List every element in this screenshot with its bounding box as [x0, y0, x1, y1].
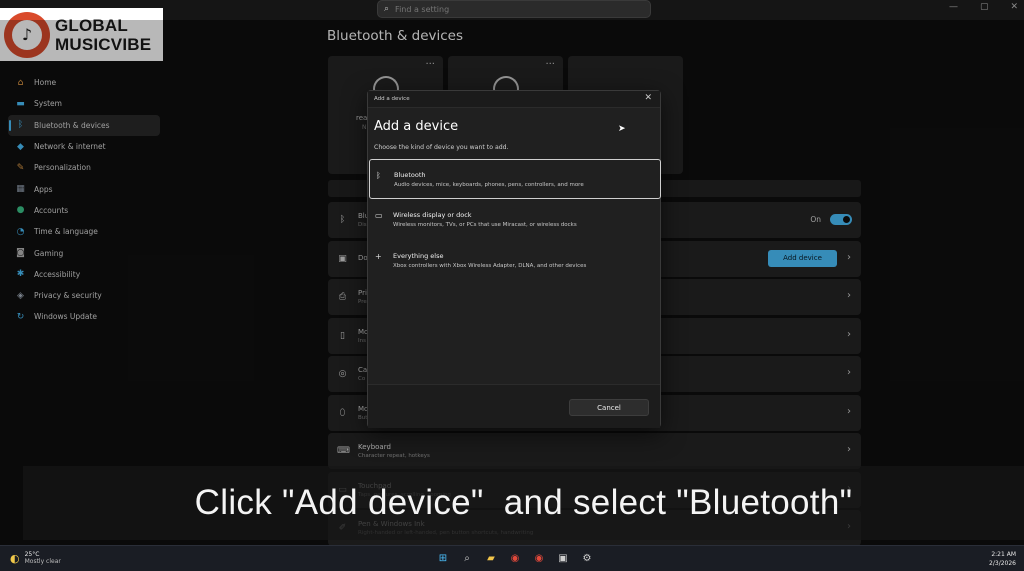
option-description: Wireless monitors, TVs, or PCs that use … — [393, 222, 577, 228]
start-icon[interactable]: ⊞ — [436, 551, 450, 565]
add-device-dialog: Add a device ✕ Add a device Choose the k… — [367, 90, 661, 428]
moon-weather-icon: ◐ — [10, 551, 20, 565]
video-caption: Click "Add device" and select "Bluetooth… — [23, 466, 1024, 540]
search-taskbar-icon[interactable]: ⌕ — [460, 551, 474, 565]
weather-desc: Mostly clear — [24, 558, 61, 565]
close-icon[interactable]: ✕ — [644, 93, 652, 103]
mouse-cursor-icon: ➤ — [618, 124, 626, 134]
option-description: Audio devices, mice, keyboards, phones, … — [394, 182, 584, 188]
chrome-icon[interactable]: ◉ — [508, 551, 522, 565]
option-title: Bluetooth — [394, 171, 426, 179]
window-controls: — ▢ ✕ — [949, 2, 1018, 12]
taskbar-apps: ⊞ ⌕ ▰ ◉ ◉ ▣ ⚙ — [436, 551, 594, 565]
dialog-titlebar: Add a device ✕ — [368, 91, 660, 108]
settings-search[interactable]: ⌕ — [377, 0, 651, 18]
search-icon: ⌕ — [384, 4, 390, 14]
chrome-icon[interactable]: ◉ — [532, 551, 546, 565]
clock-time: 2:21 AM — [991, 551, 1016, 558]
device-type-option-everything-else[interactable]: + Everything else Xbox controllers with Xb… — [369, 241, 661, 281]
display-icon: ▭ — [375, 211, 383, 220]
dialog-title: Add a device — [374, 119, 459, 134]
cancel-button[interactable]: Cancel — [569, 399, 649, 416]
taskbar: ◐ 25°C Mostly clear ⊞ ⌕ ▰ ◉ ◉ ▣ ⚙ 2:21 A… — [0, 545, 1024, 571]
close-window-icon[interactable]: ✕ — [1010, 2, 1018, 12]
minimize-icon[interactable]: — — [949, 2, 958, 12]
maximize-icon[interactable]: ▢ — [980, 2, 989, 12]
weather-widget[interactable]: ◐ 25°C Mostly clear — [10, 551, 61, 565]
caption-text: Click "Add device" and select "Bluetooth… — [194, 483, 853, 522]
dialog-bar-title: Add a device — [374, 96, 410, 102]
clock-date: 2/3/2026 — [989, 560, 1016, 567]
search-input[interactable] — [395, 4, 636, 14]
device-type-option-bluetooth[interactable]: ᛒ Bluetooth Audio devices, mice, keyboards… — [369, 159, 661, 199]
option-description: Xbox controllers with Xbox Wireless Adap… — [393, 263, 587, 269]
option-title: Wireless display or dock — [393, 211, 472, 219]
weather-temp: 25°C — [24, 551, 40, 558]
device-type-option-wireless-display-or-dock[interactable]: ▭ Wireless display or dock Wireless monito… — [369, 200, 661, 240]
settings-gear-icon[interactable]: ⚙ — [580, 551, 594, 565]
dialog-subtitle: Choose the kind of device you want to ad… — [374, 144, 509, 151]
bluetooth-icon: ᛒ — [376, 171, 381, 180]
option-title: Everything else — [393, 252, 444, 260]
system-clock[interactable]: 2:21 AM 2/3/2026 — [989, 550, 1016, 568]
plus-icon: + — [375, 252, 382, 261]
snipping-tool-icon[interactable]: ▣ — [556, 551, 570, 565]
file-explorer-icon[interactable]: ▰ — [484, 551, 498, 565]
dialog-footer: Cancel — [368, 384, 660, 428]
